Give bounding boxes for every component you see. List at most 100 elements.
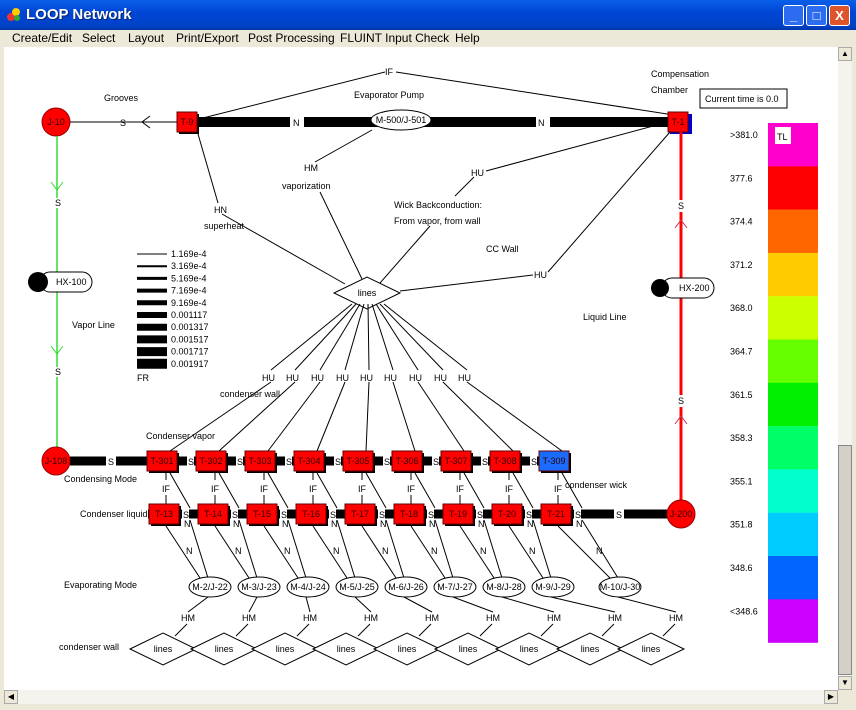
s-label: S xyxy=(482,457,488,467)
n-label: N xyxy=(380,519,387,529)
maximize-button[interactable]: □ xyxy=(806,5,827,26)
if-label: IF xyxy=(162,484,171,494)
tank-label: T-14 xyxy=(204,509,222,519)
conductor-line xyxy=(434,519,454,579)
flow-rate-value: 7.169e-4 xyxy=(171,286,207,296)
n-label: N xyxy=(331,519,338,529)
vaporization-label: vaporization xyxy=(282,181,331,191)
tank-label: T-1 xyxy=(671,117,684,127)
hm-label: HM xyxy=(364,613,378,623)
flow-rate-value: 0.001917 xyxy=(171,359,209,369)
menu-select[interactable]: Select xyxy=(82,31,115,45)
scroll-up-button[interactable]: ▲ xyxy=(838,47,852,61)
conductor-line xyxy=(263,525,299,579)
hm-label: HM xyxy=(181,613,195,623)
conductor-line xyxy=(189,519,209,579)
s-label: S xyxy=(384,457,390,467)
s-label: S xyxy=(335,457,341,467)
tank-label: T-16 xyxy=(302,509,320,519)
n-label: N xyxy=(293,118,300,128)
network-canvas[interactable]: IF S Grooves N N M-500/J-501 Evaporator … xyxy=(4,47,838,690)
conductor-line xyxy=(414,472,436,509)
compensation-label: Compensation xyxy=(651,69,709,79)
temperature-label: 348.6 xyxy=(730,563,753,573)
superheat-label: superheat xyxy=(204,221,245,231)
conductor-line xyxy=(365,381,370,452)
flow-rate-value: 0.001317 xyxy=(171,322,209,332)
hu-label: HU xyxy=(384,373,397,383)
conductor-line xyxy=(512,472,534,509)
evaporator-pump-label: Evaporator Pump xyxy=(354,90,424,100)
scroll-left-button[interactable]: ◀ xyxy=(4,690,18,704)
if-label: IF xyxy=(505,484,514,494)
menu-layout[interactable]: Layout xyxy=(128,31,164,45)
s-label: S xyxy=(188,457,194,467)
tank-label: T-20 xyxy=(498,509,516,519)
conductor-line xyxy=(508,525,544,579)
hm-label: HM xyxy=(547,613,561,623)
tank-label: T-15 xyxy=(253,509,271,519)
if-label: IF xyxy=(554,484,563,494)
condenser-liquid-label: Condenser liquid xyxy=(80,509,148,519)
conductor-line xyxy=(418,623,432,637)
conductor-line xyxy=(235,623,249,637)
tank-label: T-306 xyxy=(395,456,418,466)
n-label: N xyxy=(382,546,389,556)
conductor-line xyxy=(550,596,616,613)
evaporating-mode-label: Evaporating Mode xyxy=(64,580,137,590)
tank-label: T-21 xyxy=(547,509,565,519)
if-label: IF xyxy=(456,484,465,494)
hm-label: HM xyxy=(303,613,317,623)
n-label: N xyxy=(529,546,536,556)
conductor-line xyxy=(305,596,311,613)
menu-post-processing[interactable]: Post Processing xyxy=(248,31,335,45)
temperature-color-band xyxy=(768,512,818,557)
scroll-right-button[interactable]: ▶ xyxy=(824,690,838,704)
hu-label: HU xyxy=(311,373,324,383)
conductor-line xyxy=(267,472,289,509)
menu-fluint-input-check[interactable]: FLUINT Input Check xyxy=(340,31,449,45)
if-label: IF xyxy=(407,484,416,494)
n-label: N xyxy=(480,546,487,556)
hx-200-heater-icon xyxy=(651,279,669,297)
title-bar: LOOP Network _ □ X xyxy=(0,0,856,30)
if-label: IF xyxy=(260,484,269,494)
vertical-scroll-thumb[interactable] xyxy=(838,445,852,675)
s-label: S xyxy=(237,457,243,467)
grooves-label: Grooves xyxy=(104,93,139,103)
lines-label: lines xyxy=(358,288,377,298)
if-label: IF xyxy=(358,484,367,494)
temperature-legend: >381.0 377.6 374.4 371.2 368.0 364.7 361.5 358.… xyxy=(730,123,818,643)
vertical-scrollbar[interactable]: ▲ ▼ xyxy=(838,47,852,690)
tank-label: T-305 xyxy=(346,456,369,466)
conductor-line xyxy=(442,381,514,452)
if-link-right xyxy=(395,71,681,117)
lines-label: lines xyxy=(154,644,173,654)
conductor-line xyxy=(662,623,676,637)
close-button[interactable]: X xyxy=(829,5,850,26)
conductor-line xyxy=(463,472,485,509)
if-label: IF xyxy=(309,484,318,494)
conductor-line xyxy=(312,525,348,579)
condenser-vapor-label: Condenser vapor xyxy=(146,431,215,441)
scroll-down-button[interactable]: ▼ xyxy=(838,676,852,690)
flow-rate-value: 0.001517 xyxy=(171,334,209,344)
minimize-button[interactable]: _ xyxy=(783,5,804,26)
menu-create-edit[interactable]: Create/Edit xyxy=(12,31,72,45)
menu-bar: Create/Edit Select Layout Print/Export P… xyxy=(0,30,856,47)
n-label: N xyxy=(576,519,583,529)
conductor-line xyxy=(466,381,563,452)
horizontal-scrollbar[interactable]: ◀ ▶ xyxy=(4,690,838,704)
menu-print-export[interactable]: Print/Export xyxy=(176,31,239,45)
mode-label: M-7/J-27 xyxy=(437,582,473,592)
cc-wall-label: CC Wall xyxy=(486,244,519,254)
conductor-line xyxy=(214,525,250,579)
n-label: N xyxy=(186,546,193,556)
mode-label: M-8/J-28 xyxy=(486,582,522,592)
n-label: N xyxy=(478,519,485,529)
temperature-color-band xyxy=(768,296,818,340)
tank-label: T-309 xyxy=(542,456,565,466)
network-diagram[interactable]: IF S Grooves N N M-500/J-501 Evaporator … xyxy=(4,47,838,690)
menu-help[interactable]: Help xyxy=(455,31,480,45)
temperature-label: <348.6 xyxy=(730,606,758,616)
